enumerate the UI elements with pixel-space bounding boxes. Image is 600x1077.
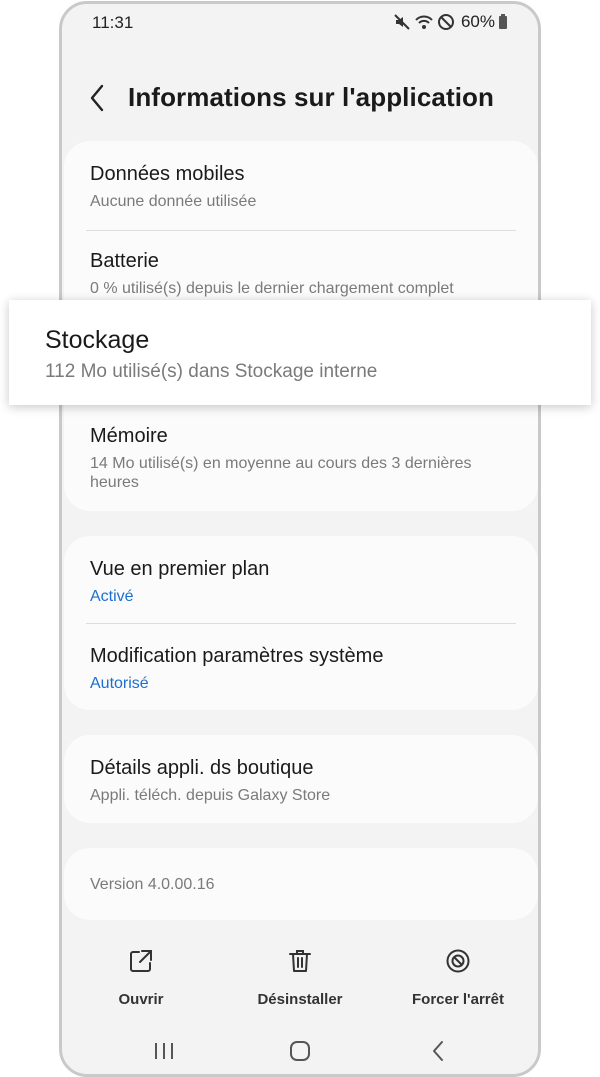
back-nav-button[interactable] [418,1038,458,1068]
storage-title: Stockage [45,326,150,354]
overlay-permission-title: Vue en premier plan [90,558,270,580]
open-label: Ouvrir [118,991,164,1008]
divider [86,230,516,231]
force-stop-label: Forcer l'arrêt [412,991,504,1008]
recent-apps-icon [153,1041,175,1066]
overlay-permission-status: Activé [90,588,134,605]
store-details-subtitle: Appli. téléch. depuis Galaxy Store [90,787,331,804]
overlay-permission-item[interactable]: Vue en premier plan Activé [90,558,516,606]
divider [86,623,516,624]
uninstall-button[interactable]: Désinstaller [248,948,352,1008]
mobile-data-item[interactable]: Données mobiles Aucune donnée utilisée [90,163,516,211]
open-button[interactable]: Ouvrir [102,948,180,1008]
memory-subtitle: 14 Mo utilisé(s) en moyenne au cours des… [90,455,472,491]
chevron-left-icon [431,1040,445,1067]
home-button[interactable] [280,1038,320,1068]
app-bar: Informations sur l'application [62,70,538,130]
status-icons: 60% [393,12,508,32]
uninstall-label: Désinstaller [257,991,343,1008]
recent-apps-button[interactable] [144,1038,184,1068]
memory-title: Mémoire [90,425,168,447]
version-card: Version 4.0.00.16 [64,848,538,920]
battery-icon [498,14,508,30]
memory-item[interactable]: Mémoire 14 Mo utilisé(s) en moyenne au c… [90,425,516,492]
status-time: 11:31 [92,13,134,32]
mute-icon [393,13,411,31]
system-settings-title: Modification paramètres système [90,645,384,667]
open-external-icon [128,948,154,979]
mobile-data-subtitle: Aucune donnée utilisée [90,193,257,210]
status-bar: 11:31 60% [62,4,538,44]
battery-title: Batterie [90,250,159,272]
system-settings-status: Autorisé [90,675,149,692]
system-settings-item[interactable]: Modification paramètres système Autorisé [90,645,516,693]
store-details-item[interactable]: Détails appli. ds boutique Appli. téléch… [90,757,516,805]
back-button[interactable] [82,80,112,120]
battery-item[interactable]: Batterie 0 % utilisé(s) depuis le dernie… [90,250,516,298]
storage-item-highlight[interactable]: Stockage 112 Mo utilisé(s) dans Stockage… [9,300,591,405]
battery-subtitle: 0 % utilisé(s) depuis le dernier chargem… [90,280,454,297]
permissions-card: Vue en premier plan Activé Modification … [64,536,538,710]
mobile-data-title: Données mobiles [90,163,245,185]
chevron-left-icon [89,84,105,117]
wifi-icon [414,13,434,31]
version-text: Version 4.0.00.16 [90,876,215,893]
storage-subtitle: 112 Mo utilisé(s) dans Stockage interne [45,361,378,382]
bottom-action-bar: Ouvrir Désinstaller Forcer l'arrêt [62,948,538,1018]
trash-icon [287,948,313,979]
dnd-icon [437,13,455,31]
page-title: Informations sur l'application [128,82,494,112]
battery-percent: 60% [460,12,495,31]
store-card: Détails appli. ds boutique Appli. téléch… [64,735,538,823]
phone-frame: 11:31 60% Informations sur l'application [59,1,541,1077]
store-details-title: Détails appli. ds boutique [90,757,314,779]
navigation-bar [62,1034,538,1074]
force-stop-button[interactable]: Forcer l'arrêt [406,948,510,1008]
home-icon [289,1040,311,1067]
version-item: Version 4.0.00.16 [90,875,516,894]
block-icon [445,948,471,979]
